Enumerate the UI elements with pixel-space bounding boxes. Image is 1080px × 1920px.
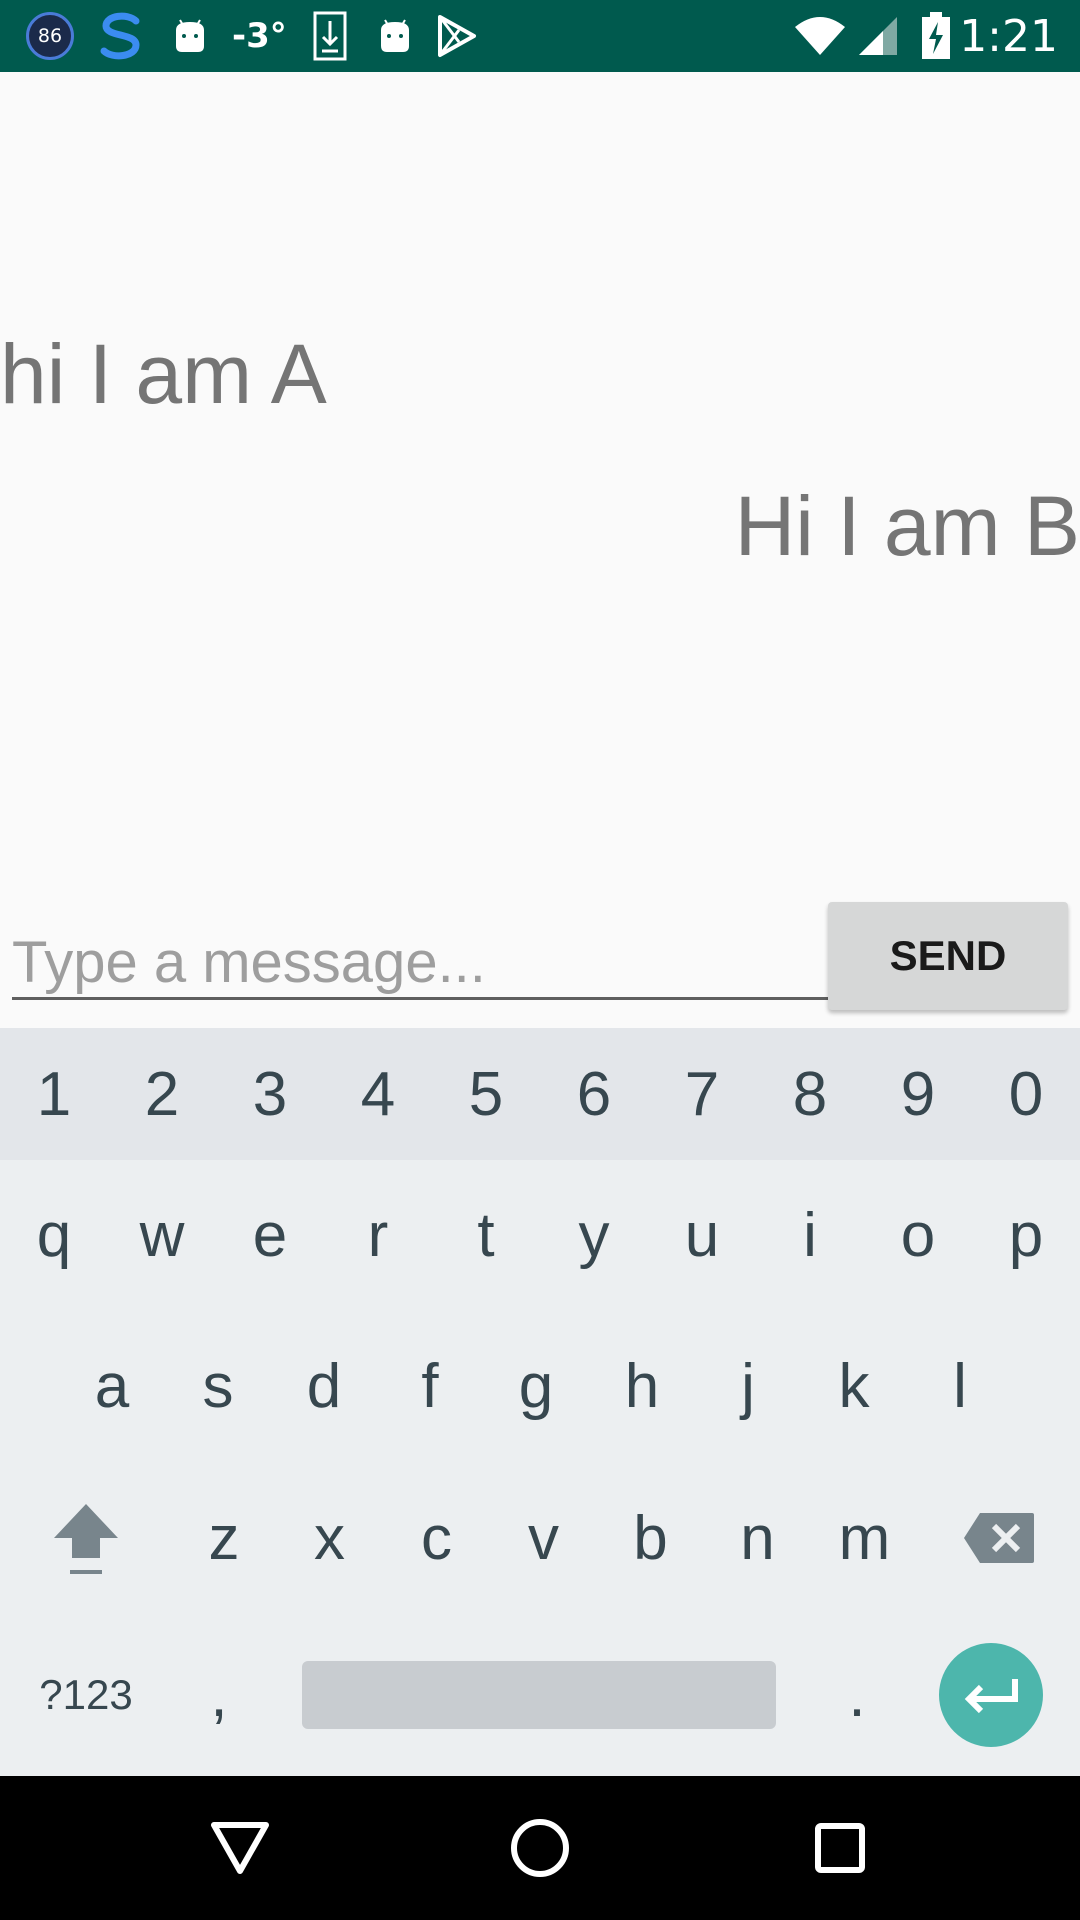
speed-badge-icon: 86 xyxy=(26,12,74,60)
keyboard-row-asdf: a s d f g h j k l xyxy=(0,1310,1080,1462)
android-icon xyxy=(375,16,415,56)
key-u[interactable]: u xyxy=(648,1160,756,1310)
key-9[interactable]: 9 xyxy=(864,1028,972,1160)
key-7[interactable]: 7 xyxy=(648,1028,756,1160)
home-icon xyxy=(511,1819,569,1877)
key-5[interactable]: 5 xyxy=(432,1028,540,1160)
key-b[interactable]: b xyxy=(597,1462,704,1614)
key-d[interactable]: d xyxy=(271,1310,377,1462)
key-p[interactable]: p xyxy=(972,1160,1080,1310)
key-n[interactable]: n xyxy=(704,1462,811,1614)
key-l[interactable]: l xyxy=(907,1310,1013,1462)
signal-icon xyxy=(857,15,899,57)
key-r[interactable]: r xyxy=(324,1160,432,1310)
key-x[interactable]: x xyxy=(276,1462,383,1614)
key-e[interactable]: e xyxy=(216,1160,324,1310)
key-2[interactable]: 2 xyxy=(108,1028,216,1160)
symbols-key[interactable]: ?123 xyxy=(0,1614,172,1776)
status-bar-system: 1:21 xyxy=(793,0,1058,72)
message-input[interactable] xyxy=(12,928,828,1000)
home-button[interactable] xyxy=(460,1776,620,1920)
key-w[interactable]: w xyxy=(108,1160,216,1310)
message-from-a: hi I am A xyxy=(0,327,327,421)
key-c[interactable]: c xyxy=(383,1462,490,1614)
backspace-icon xyxy=(964,1513,1034,1563)
key-s[interactable]: s xyxy=(165,1310,271,1462)
shift-icon xyxy=(54,1504,118,1574)
keyboard-row-bottom: ?123 , . xyxy=(0,1614,1080,1776)
key-1[interactable]: 1 xyxy=(0,1028,108,1160)
key-h[interactable]: h xyxy=(589,1310,695,1462)
key-4[interactable]: 4 xyxy=(324,1028,432,1160)
key-k[interactable]: k xyxy=(801,1310,907,1462)
enter-icon xyxy=(964,1679,1018,1714)
recents-button[interactable] xyxy=(760,1776,920,1920)
key-q[interactable]: q xyxy=(0,1160,108,1310)
status-bar-notifications: 86 -3° xyxy=(26,0,477,72)
battery-charging-icon xyxy=(921,12,951,60)
key-z[interactable]: z xyxy=(172,1462,276,1614)
key-6[interactable]: 6 xyxy=(540,1028,648,1160)
key-o[interactable]: o xyxy=(864,1160,972,1310)
navigation-bar xyxy=(0,1776,1080,1920)
message-from-b: Hi I am B xyxy=(734,479,1080,573)
temperature-text: -3° xyxy=(232,16,287,56)
backspace-key[interactable] xyxy=(918,1462,1080,1614)
key-m[interactable]: m xyxy=(811,1462,918,1614)
space-key[interactable] xyxy=(266,1614,812,1776)
key-v[interactable]: v xyxy=(490,1462,597,1614)
keyboard-number-row: 1 2 3 4 5 6 7 8 9 0 xyxy=(0,1028,1080,1160)
key-8[interactable]: 8 xyxy=(756,1028,864,1160)
wifi-icon xyxy=(793,15,847,57)
key-t[interactable]: t xyxy=(432,1160,540,1310)
key-f[interactable]: f xyxy=(377,1310,483,1462)
key-i[interactable]: i xyxy=(756,1160,864,1310)
key-j[interactable]: j xyxy=(695,1310,801,1462)
keyboard-row-qwerty: q w e r t y u i o p xyxy=(0,1160,1080,1310)
period-key[interactable]: . xyxy=(812,1614,902,1776)
back-icon xyxy=(211,1822,269,1874)
enter-key[interactable] xyxy=(902,1614,1080,1776)
message-composer: SEND xyxy=(0,900,1080,1028)
enter-button xyxy=(939,1643,1043,1747)
send-button[interactable]: SEND xyxy=(828,902,1068,1010)
key-y[interactable]: y xyxy=(540,1160,648,1310)
key-3[interactable]: 3 xyxy=(216,1028,324,1160)
key-g[interactable]: g xyxy=(483,1310,589,1462)
s-app-icon xyxy=(98,11,144,61)
key-a[interactable]: a xyxy=(59,1310,165,1462)
recents-icon xyxy=(815,1823,865,1873)
comma-key[interactable]: , xyxy=(172,1614,266,1776)
download-icon xyxy=(313,11,347,61)
status-bar: 86 -3° 1:21 xyxy=(0,0,1080,72)
spacebar xyxy=(302,1661,776,1729)
keyboard-row-zxcv: z x c v b n m xyxy=(0,1462,1080,1614)
clock-text: 1:21 xyxy=(959,10,1058,62)
play-store-icon xyxy=(437,14,477,58)
soft-keyboard: 1 2 3 4 5 6 7 8 9 0 q w e r t y u i o p … xyxy=(0,1028,1080,1776)
key-0[interactable]: 0 xyxy=(972,1028,1080,1160)
shift-key[interactable] xyxy=(0,1462,172,1614)
android-icon xyxy=(170,16,210,56)
back-button[interactable] xyxy=(160,1776,320,1920)
